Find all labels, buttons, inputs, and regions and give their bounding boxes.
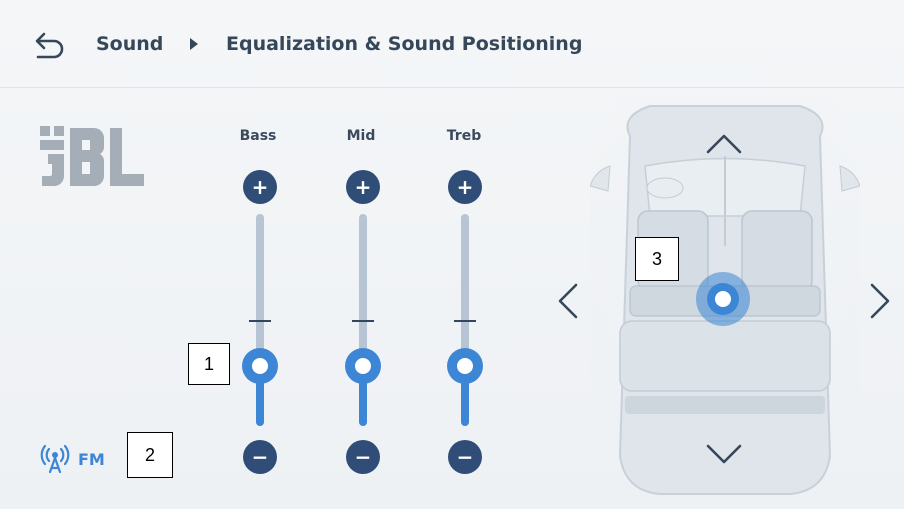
treb-slider-knob[interactable] [447, 348, 483, 384]
bass-default-marker [249, 320, 271, 322]
mid-slider-knob[interactable] [345, 348, 381, 384]
sound-position-handle[interactable] [696, 272, 750, 326]
source-fm-label: FM [78, 449, 105, 469]
bass-increase-button[interactable]: + [243, 170, 277, 204]
treb-decrease-button[interactable]: − [448, 440, 482, 474]
breadcrumb-sound[interactable]: Sound [96, 33, 163, 55]
back-arrow-icon[interactable] [34, 30, 68, 60]
chevron-up-icon[interactable] [705, 132, 743, 156]
mid-increase-button[interactable]: + [346, 170, 380, 204]
jbl-logo [40, 126, 144, 186]
mid-decrease-button[interactable]: − [346, 440, 380, 474]
chevron-left-icon[interactable] [556, 282, 580, 320]
treb-default-marker [454, 320, 476, 322]
band-label-treb: Treb [446, 128, 482, 144]
page-title: Equalization & Sound Positioning [226, 33, 583, 55]
band-label-mid: Mid [346, 128, 376, 144]
header-bar: Sound Equalization & Sound Positioning [0, 0, 904, 88]
source-fm-button[interactable]: FM [40, 444, 105, 474]
band-label-bass: Bass [239, 128, 277, 144]
callout-3: 3 [635, 237, 679, 281]
treb-increase-button[interactable]: + [448, 170, 482, 204]
callout-1: 1 [188, 343, 230, 385]
chevron-down-icon[interactable] [705, 442, 743, 466]
bass-slider-knob[interactable] [242, 348, 278, 384]
bass-decrease-button[interactable]: − [243, 440, 277, 474]
callout-2: 2 [127, 432, 173, 478]
mid-default-marker [352, 320, 374, 322]
chevron-right-icon[interactable] [868, 282, 892, 320]
radio-broadcast-icon [40, 444, 70, 474]
breadcrumb-separator-icon [190, 38, 198, 50]
